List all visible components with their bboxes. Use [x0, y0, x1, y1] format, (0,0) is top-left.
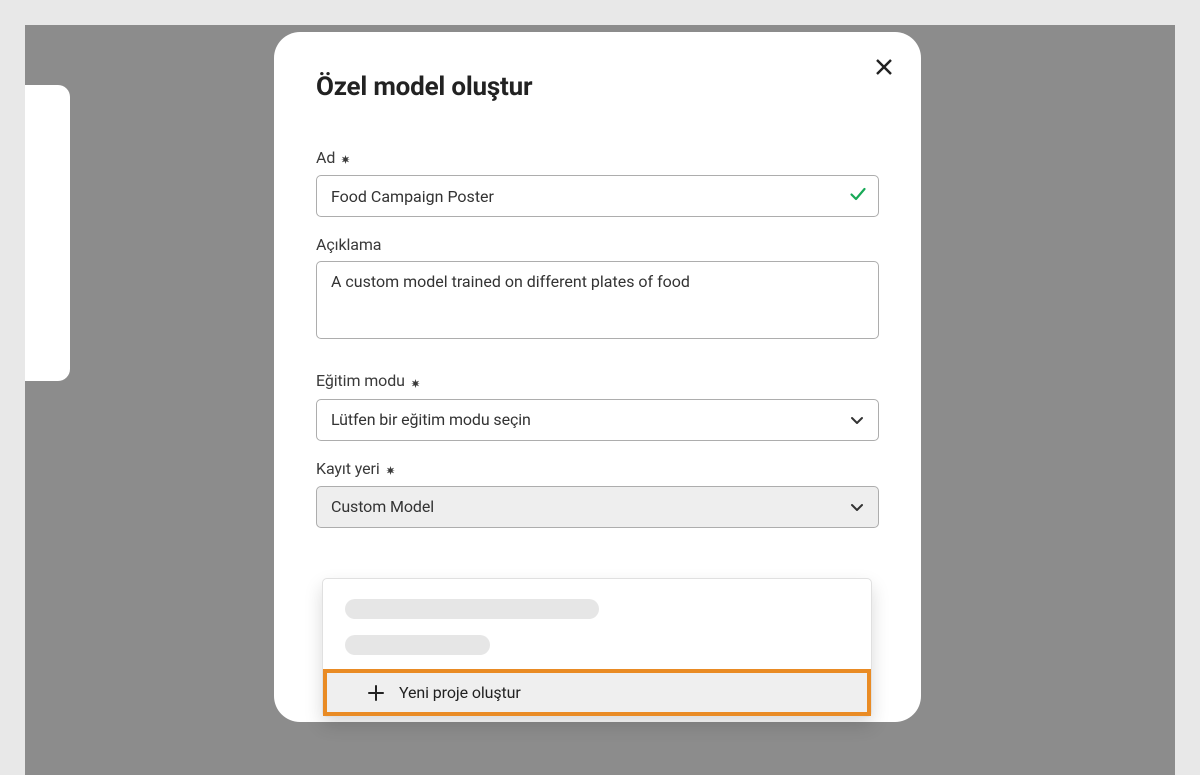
label-description: Açıklama: [316, 235, 879, 254]
field-description: Açıklama A custom model trained on diffe…: [316, 235, 879, 343]
close-icon: [875, 58, 893, 80]
skeleton-line: [345, 635, 490, 655]
dropdown-loading-area: [323, 579, 871, 669]
skeleton-line: [345, 599, 599, 619]
plus-icon: [367, 684, 385, 702]
label-save-location: Kayıt yeri: [316, 459, 879, 479]
new-project-label: Yeni proje oluştur: [399, 683, 521, 702]
save-location-select[interactable]: Custom Model: [316, 486, 879, 528]
background-card: [25, 85, 70, 381]
dialog-title: Özel model oluştur: [316, 72, 879, 102]
check-icon: [849, 185, 867, 207]
field-training-mode: Eğitim modu Lütfen bir eğitim modu seçin: [316, 371, 879, 440]
required-asterisk-icon: [341, 149, 350, 168]
description-textarea[interactable]: A custom model trained on different plat…: [316, 261, 879, 339]
label-name: Ad: [316, 148, 879, 168]
field-name: Ad: [316, 148, 879, 217]
label-training-mode: Eğitim modu: [316, 371, 879, 391]
chevron-down-icon: [850, 413, 864, 427]
required-asterisk-icon: [411, 373, 420, 392]
save-location-dropdown[interactable]: Yeni proje oluştur: [322, 578, 872, 717]
field-save-location: Kayıt yeri Custom Model: [316, 459, 879, 528]
save-location-value: Custom Model: [331, 497, 434, 516]
required-asterisk-icon: [386, 460, 395, 479]
new-project-option[interactable]: Yeni proje oluştur: [323, 669, 871, 716]
name-input[interactable]: [316, 175, 879, 217]
training-mode-value: Lütfen bir eğitim modu seçin: [331, 410, 531, 429]
close-button[interactable]: [873, 58, 895, 80]
modal-backdrop: Özel model oluştur Ad Açıklama A custom …: [25, 25, 1175, 775]
training-mode-select[interactable]: Lütfen bir eğitim modu seçin: [316, 399, 879, 441]
chevron-down-icon: [850, 500, 864, 514]
